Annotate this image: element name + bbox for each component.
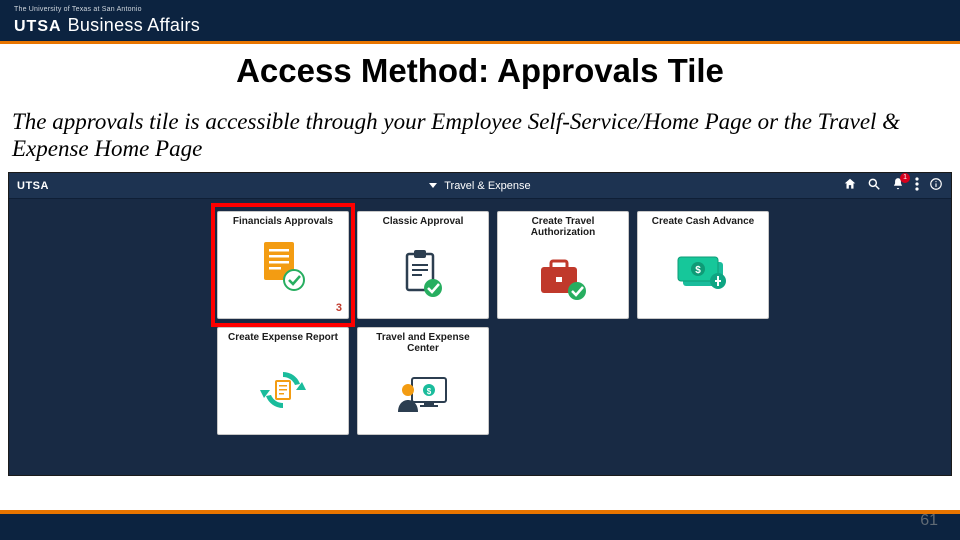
app-topbar: UTSA Travel & Expense 1 bbox=[9, 173, 951, 199]
tile-title: Classic Approval bbox=[358, 212, 488, 229]
logo-ba-text: Business Affairs bbox=[68, 15, 201, 36]
page-number: 61 bbox=[920, 512, 938, 530]
kebab-menu-icon[interactable] bbox=[915, 177, 919, 194]
slide: The University of Texas at San Antonio U… bbox=[0, 0, 960, 540]
refresh-doc-icon bbox=[258, 345, 308, 434]
logo-utsa-text: UTSA bbox=[14, 18, 62, 36]
tile-row-1: Financials Approvals 3 Classic Approval … bbox=[9, 199, 951, 319]
app-brand: UTSA bbox=[17, 180, 49, 192]
tile-row-2: Create Expense Report Travel and Expense… bbox=[9, 319, 951, 435]
bell-badge: 1 bbox=[900, 173, 910, 183]
clipboard-check-icon bbox=[401, 229, 445, 318]
tile-classic-approval[interactable]: Classic Approval bbox=[357, 211, 489, 319]
header-strip: The University of Texas at San Antonio U… bbox=[0, 0, 960, 44]
page-title: Access Method: Approvals Tile bbox=[0, 52, 960, 90]
tile-title: Financials Approvals bbox=[218, 212, 348, 229]
tile-create-travel-auth[interactable]: Create Travel Authorization bbox=[497, 211, 629, 319]
app-screenshot: UTSA Travel & Expense 1 bbox=[8, 172, 952, 476]
body-text: The approvals tile is accessible through… bbox=[0, 108, 960, 172]
tile-create-cash-advance[interactable]: Create Cash Advance $ bbox=[637, 211, 769, 319]
app-page-dropdown[interactable]: Travel & Expense bbox=[9, 180, 951, 192]
tile-title: Travel and Expense Center bbox=[358, 328, 488, 356]
tile-create-expense-report[interactable]: Create Expense Report bbox=[217, 327, 349, 435]
svg-text:$: $ bbox=[427, 387, 432, 396]
cash-icon: $ bbox=[675, 229, 731, 318]
tile-title: Create Travel Authorization bbox=[498, 212, 628, 240]
person-monitor-icon: $ bbox=[396, 356, 450, 434]
caret-down-icon bbox=[429, 183, 437, 188]
svg-text:$: $ bbox=[695, 265, 701, 276]
tile-travel-expense-center[interactable]: Travel and Expense Center $ bbox=[357, 327, 489, 435]
footer-navy-bar bbox=[0, 514, 960, 540]
doc-check-icon bbox=[260, 229, 306, 302]
tile-financials-approvals[interactable]: Financials Approvals 3 bbox=[217, 211, 349, 319]
tile-title: Create Cash Advance bbox=[638, 212, 768, 229]
logo-subtitle: The University of Texas at San Antonio bbox=[14, 6, 200, 13]
tile-badge-count: 3 bbox=[336, 302, 342, 314]
home-icon[interactable] bbox=[843, 177, 857, 194]
notification-bell[interactable]: 1 bbox=[891, 177, 905, 194]
app-page-label: Travel & Expense bbox=[444, 180, 530, 192]
search-icon[interactable] bbox=[867, 177, 881, 194]
utsa-logo: The University of Texas at San Antonio U… bbox=[14, 6, 200, 36]
briefcase-check-icon bbox=[537, 240, 589, 318]
info-icon[interactable] bbox=[929, 177, 943, 194]
tile-title: Create Expense Report bbox=[218, 328, 348, 345]
